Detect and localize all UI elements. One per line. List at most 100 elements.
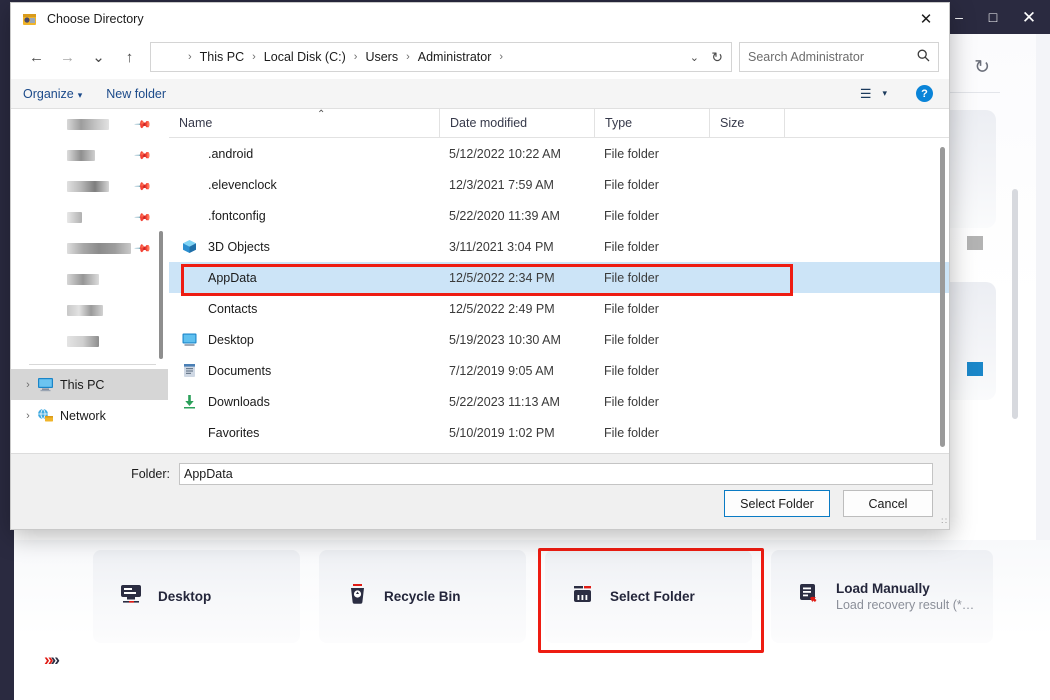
sidebar-item-label: Network bbox=[60, 408, 106, 423]
chevron-right-icon[interactable]: › bbox=[19, 379, 37, 391]
file-name-cell[interactable]: Contacts bbox=[169, 301, 439, 316]
chevron-down-icon[interactable]: ▾ bbox=[882, 88, 887, 99]
folder-name-input[interactable]: AppData bbox=[179, 463, 933, 485]
table-row[interactable]: Documents 7/12/2019 9:05 AM File folder bbox=[169, 355, 949, 386]
column-header-type[interactable]: Type bbox=[594, 109, 709, 137]
file-name-cell[interactable]: Desktop bbox=[169, 332, 439, 347]
breadcrumb-item-this-pc[interactable]: This PC bbox=[198, 50, 246, 64]
breadcrumb-separator: › bbox=[499, 51, 504, 63]
file-name-cell[interactable]: .fontconfig bbox=[169, 208, 439, 223]
quick-access-item[interactable]: 📌 bbox=[11, 171, 168, 202]
table-row[interactable]: .android 5/12/2022 10:22 AM File folder bbox=[169, 138, 949, 169]
folder-icon bbox=[41, 335, 58, 349]
refresh-icon[interactable]: ↻ bbox=[711, 49, 723, 66]
table-row[interactable]: Contacts 12/5/2022 2:49 PM File folder bbox=[169, 293, 949, 324]
date-modified-cell: 5/19/2023 10:30 AM bbox=[449, 332, 561, 347]
new-folder-button[interactable]: New folder bbox=[106, 87, 166, 101]
file-name-label: Downloads bbox=[208, 394, 270, 409]
sort-ascending-icon: ⌃ bbox=[317, 109, 326, 120]
close-button[interactable]: ✕ bbox=[1012, 0, 1046, 34]
breadcrumb-item-administrator[interactable]: Administrator bbox=[416, 50, 494, 64]
action-card-load-manually[interactable]: Load Manually Load recovery result (*… bbox=[771, 550, 993, 643]
blurred-label bbox=[67, 274, 99, 285]
date-modified-cell: 5/10/2019 1:02 PM bbox=[449, 425, 555, 440]
nav-pane-scrollbar[interactable] bbox=[159, 231, 163, 359]
resize-grip[interactable]: ∷ bbox=[941, 516, 947, 527]
refresh-icon[interactable]: ↻ bbox=[974, 56, 990, 79]
forward-button[interactable]: → bbox=[52, 42, 83, 72]
navigation-pane: 📌 📌 📌 📌 📌 › This PC › Network bbox=[11, 109, 169, 453]
dialog-close-button[interactable]: ✕ bbox=[903, 3, 949, 35]
column-header-size[interactable]: Size bbox=[709, 109, 784, 137]
quick-access-item[interactable]: 📌 bbox=[11, 109, 168, 140]
file-name-cell[interactable]: .elevenclock bbox=[169, 177, 439, 192]
breadcrumb-item-users[interactable]: Users bbox=[363, 50, 400, 64]
file-name-cell[interactable]: Downloads bbox=[169, 394, 439, 409]
pin-icon[interactable]: 📌 bbox=[134, 239, 153, 258]
organize-button[interactable]: Organize ▾ bbox=[23, 87, 82, 101]
table-row[interactable]: Desktop 5/19/2023 10:30 AM File folder bbox=[169, 324, 949, 355]
cancel-button[interactable]: Cancel bbox=[843, 490, 933, 517]
folder-icon bbox=[181, 425, 198, 440]
expand-chevrons-icon[interactable]: »» bbox=[44, 650, 60, 670]
sidebar-item-this-pc[interactable]: › This PC bbox=[11, 369, 168, 400]
nav-divider bbox=[29, 364, 156, 365]
action-card-strip: Desktop Recycle Bin Select Folder Load M… bbox=[14, 540, 1050, 700]
file-name-cell[interactable]: .android bbox=[169, 146, 439, 161]
file-list-scrollbar[interactable] bbox=[940, 147, 945, 447]
action-card-desktop[interactable]: Desktop bbox=[93, 550, 300, 643]
breadcrumb-separator: › bbox=[353, 51, 358, 63]
table-row-selected[interactable]: AppData 12/5/2022 2:34 PM File folder bbox=[169, 262, 949, 293]
quick-access-item[interactable]: 📌 bbox=[11, 233, 168, 264]
date-modified-cell: 12/5/2022 2:34 PM bbox=[449, 270, 555, 285]
pin-icon[interactable]: 📌 bbox=[134, 208, 153, 227]
chevron-down-icon[interactable]: ⌄ bbox=[690, 51, 699, 64]
folder-name-row: Folder: AppData bbox=[11, 462, 933, 486]
back-button[interactable]: ← bbox=[21, 42, 52, 72]
list-view-icon[interactable]: ☰ bbox=[860, 87, 872, 100]
blurred-label bbox=[67, 212, 82, 223]
table-row[interactable]: .fontconfig 5/22/2020 11:39 AM File fold… bbox=[169, 200, 949, 231]
blue-chip bbox=[967, 362, 983, 376]
search-input[interactable]: Search Administrator bbox=[739, 42, 939, 72]
breadcrumb-item-local-disk[interactable]: Local Disk (C:) bbox=[262, 50, 348, 64]
column-header-name[interactable]: Name ⌃ bbox=[169, 109, 439, 137]
quick-access-item[interactable] bbox=[11, 295, 168, 326]
table-row[interactable]: .elevenclock 12/3/2021 7:59 AM File fold… bbox=[169, 169, 949, 200]
desktop-folder-icon bbox=[181, 332, 198, 347]
pin-icon[interactable]: 📌 bbox=[134, 177, 153, 196]
up-button[interactable]: ↑ bbox=[114, 42, 145, 72]
maximize-button[interactable]: □ bbox=[976, 0, 1010, 34]
folder-icon bbox=[41, 304, 58, 318]
file-name-cell[interactable]: 3D Objects bbox=[169, 239, 439, 254]
sidebar-item-label: This PC bbox=[60, 377, 105, 392]
help-icon[interactable]: ? bbox=[916, 85, 933, 102]
address-bar[interactable]: › This PC › Local Disk (C:) › Users › Ad… bbox=[150, 42, 732, 72]
recent-locations-button[interactable]: ⌄ bbox=[83, 42, 114, 72]
column-header-date-modified[interactable]: Date modified bbox=[439, 109, 594, 137]
chevron-right-icon[interactable]: › bbox=[19, 410, 37, 422]
select-folder-button[interactable]: Select Folder bbox=[724, 490, 830, 517]
blurred-label bbox=[67, 336, 99, 347]
file-name-label: Documents bbox=[208, 363, 272, 378]
quick-access-item[interactable]: 📌 bbox=[11, 202, 168, 233]
quick-access-item[interactable]: 📌 bbox=[11, 140, 168, 171]
quick-access-item[interactable] bbox=[11, 264, 168, 295]
folder-icon bbox=[41, 118, 58, 132]
organize-label: Organize bbox=[23, 86, 74, 101]
pin-icon[interactable]: 📌 bbox=[134, 115, 153, 134]
table-row[interactable]: Downloads 5/22/2023 11:13 AM File folder bbox=[169, 386, 949, 417]
view-options[interactable]: ☰ ▾ bbox=[860, 87, 887, 100]
file-name-cell[interactable]: Documents bbox=[169, 363, 439, 378]
file-name-cell[interactable]: AppData bbox=[169, 270, 439, 285]
action-card-recycle-bin[interactable]: Recycle Bin bbox=[319, 550, 526, 643]
pin-icon[interactable]: 📌 bbox=[134, 146, 153, 165]
table-row[interactable]: 3D Objects 3/11/2021 3:04 PM File folder bbox=[169, 231, 949, 262]
background-scrollbar[interactable] bbox=[1012, 189, 1018, 419]
file-name-cell[interactable]: Favorites bbox=[169, 425, 439, 440]
sidebar-item-network[interactable]: › Network bbox=[11, 400, 168, 431]
table-row[interactable]: Favorites 5/10/2019 1:02 PM File folder bbox=[169, 417, 949, 448]
type-cell: File folder bbox=[604, 270, 659, 285]
quick-access-item[interactable] bbox=[11, 326, 168, 357]
chevron-down-icon: ▾ bbox=[77, 89, 83, 100]
